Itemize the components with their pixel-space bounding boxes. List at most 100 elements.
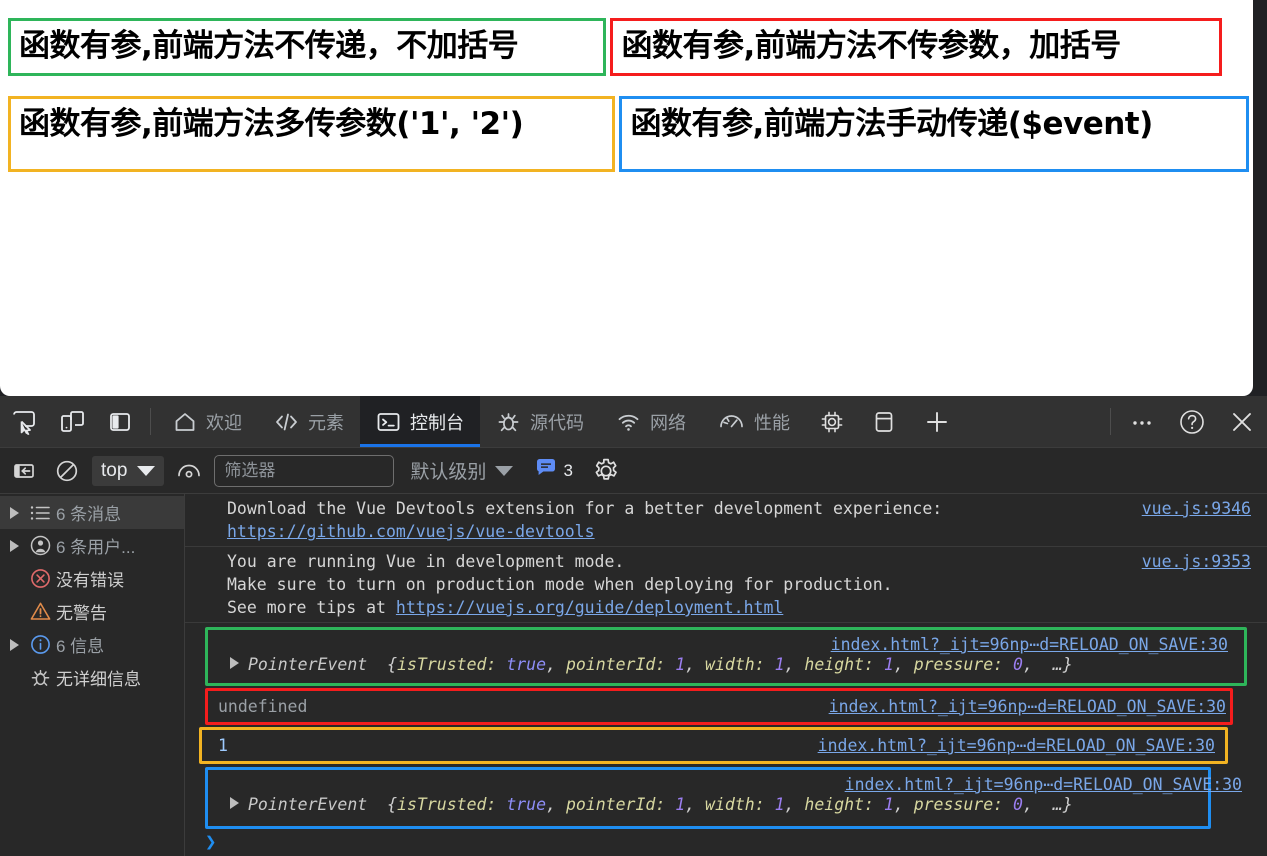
- log-source-link[interactable]: index.html?_ijt=96np⋯d=RELOAD_ON_SAVE:30: [818, 734, 1215, 757]
- ellipsis-brace: …}: [1052, 655, 1073, 674]
- prop-value: 1: [774, 795, 785, 814]
- prop-key: width:: [705, 655, 765, 674]
- code-brackets-icon: [274, 410, 299, 434]
- expand-disclosure-icon[interactable]: [230, 797, 239, 809]
- prop-key: isTrusted:: [397, 795, 497, 814]
- log-line: You are running Vue in development mode.: [227, 552, 625, 571]
- toolbar-divider: [150, 408, 151, 435]
- highlight-box-no-parens: 函数有参,前端方法不传递，不加括号: [8, 18, 606, 76]
- sidebar-item-errors[interactable]: 没有错误: [0, 562, 184, 595]
- messages-list-icon: [24, 502, 56, 524]
- pointer-event-summary: PointerEvent {isTrusted: true, pointerId…: [230, 793, 1194, 816]
- log-entry-number[interactable]: index.html?_ijt=96np⋯d=RELOAD_ON_SAVE:30…: [199, 727, 1228, 764]
- log-entry-vue-devtools[interactable]: vue.js:9346 Download the Vue Devtools ex…: [185, 494, 1267, 547]
- live-expression-icon[interactable]: [172, 454, 206, 488]
- console-sidebar-toggle-icon[interactable]: [8, 454, 42, 488]
- prop-key: width:: [705, 795, 765, 814]
- device-toolbar-icon[interactable]: [48, 396, 96, 447]
- tab-console[interactable]: 控制台: [360, 396, 480, 447]
- console-prompt[interactable]: ❯: [185, 829, 1267, 855]
- inspect-element-icon[interactable]: [0, 396, 48, 447]
- log-entry-undefined[interactable]: index.html?_ijt=96np⋯d=RELOAD_ON_SAVE:30…: [205, 688, 1233, 725]
- tab-sources-label: 源代码: [530, 412, 584, 433]
- console-filter-input[interactable]: [214, 454, 395, 487]
- execution-context-label: top: [101, 459, 128, 481]
- prop-value: 0: [1013, 655, 1023, 674]
- sidebar-item-messages[interactable]: 6 条消息: [0, 496, 184, 529]
- sidebar-item-warnings-label: 无警告: [56, 604, 107, 623]
- wifi-icon: [616, 410, 641, 434]
- prop-key: pointerId:: [565, 655, 666, 674]
- database-icon: [871, 409, 897, 435]
- log-source-link[interactable]: index.html?_ijt=96np⋯d=RELOAD_ON_SAVE:30: [829, 695, 1226, 718]
- tab-memory[interactable]: [806, 396, 858, 447]
- log-entry-pointerevent-green[interactable]: index.html?_ijt=96np⋯d=RELOAD_ON_SAVE:30…: [205, 627, 1247, 686]
- brace-open: {: [387, 655, 398, 674]
- plus-icon: [923, 408, 951, 436]
- log-line: See more tips at: [227, 598, 396, 617]
- console-terminal-icon: [376, 410, 401, 434]
- tab-performance[interactable]: 性能: [702, 396, 806, 447]
- tab-application[interactable]: [858, 396, 910, 447]
- log-level-label: 默认级别: [410, 462, 487, 483]
- prop-value: 0: [1013, 795, 1023, 814]
- execution-context-selector[interactable]: top: [92, 455, 165, 486]
- expand-arrow-icon[interactable]: [4, 638, 24, 651]
- object-class-name: PointerEvent: [248, 795, 368, 814]
- expand-arrow-icon[interactable]: [4, 506, 24, 519]
- tab-welcome[interactable]: 欢迎: [157, 396, 258, 447]
- info-circle-icon: [24, 633, 56, 656]
- warning-triangle-icon: [24, 600, 56, 623]
- log-external-link[interactable]: https://vuejs.org/guide/deployment.html: [396, 598, 783, 617]
- add-panel-button[interactable]: [910, 396, 964, 447]
- sidebar-item-errors-label: 没有错误: [56, 571, 124, 590]
- highlight-box-multi-args: 函数有参,前端方法多传参数('1', '2'): [8, 96, 615, 172]
- close-icon[interactable]: [1217, 396, 1267, 447]
- settings-gear-icon[interactable]: [589, 454, 623, 488]
- issues-badge[interactable]: 3: [535, 457, 573, 484]
- user-message-icon: [24, 534, 56, 557]
- log-level-selector[interactable]: 默认级别: [410, 457, 514, 484]
- memory-chip-icon: [819, 409, 845, 435]
- sidebar-item-info-label: 6 信息: [56, 637, 105, 656]
- log-entry-dev-mode[interactable]: vue.js:9353 You are running Vue in devel…: [185, 547, 1267, 623]
- prop-value: true: [506, 795, 547, 814]
- tab-performance-label: 性能: [754, 412, 790, 433]
- tab-sources[interactable]: 源代码: [480, 396, 600, 447]
- log-external-link[interactable]: https://github.com/vuejs/vue-devtools: [227, 522, 595, 541]
- console-filter-toolbar: top 默认级别 3: [0, 448, 1267, 494]
- tab-elements[interactable]: 元素: [258, 396, 360, 447]
- sidebar-item-info[interactable]: 6 信息: [0, 628, 184, 661]
- undefined-value: undefined: [218, 697, 308, 716]
- log-source-link[interactable]: vue.js:9353: [1142, 550, 1251, 573]
- pointer-event-summary: PointerEvent {isTrusted: true, pointerId…: [230, 653, 1230, 676]
- tab-console-label: 控制台: [410, 412, 464, 433]
- clear-console-icon[interactable]: [50, 454, 84, 488]
- home-icon: [173, 410, 197, 434]
- log-line: Make sure to turn on production mode whe…: [227, 575, 893, 594]
- console-log-area[interactable]: vue.js:9346 Download the Vue Devtools ex…: [185, 494, 1267, 856]
- prop-value: 1: [883, 795, 894, 814]
- ellipsis-brace: …}: [1052, 795, 1073, 814]
- gauge-icon: [718, 410, 745, 434]
- tab-network[interactable]: 网络: [600, 396, 702, 447]
- sidebar-item-user-messages-label: 6 条用户...: [56, 538, 136, 557]
- more-options-icon[interactable]: [1117, 396, 1167, 447]
- sidebar-item-warnings[interactable]: 无警告: [0, 595, 184, 628]
- sidebar-item-verbose[interactable]: 无详细信息: [0, 661, 184, 694]
- log-entry-pointerevent-blue[interactable]: index.html?_ijt=96np⋯d=RELOAD_ON_SAVE:30…: [205, 767, 1242, 829]
- dock-side-icon[interactable]: [96, 396, 144, 447]
- prop-key: isTrusted:: [397, 655, 497, 674]
- help-icon[interactable]: [1167, 396, 1217, 447]
- log-source-link[interactable]: vue.js:9346: [1142, 497, 1251, 520]
- chevron-down-icon: [495, 465, 514, 476]
- object-class-name: PointerEvent: [248, 655, 368, 674]
- highlight-box-event-arg: 函数有参,前端方法手动传递($event): [619, 96, 1250, 172]
- prop-key: height:: [804, 655, 874, 674]
- bug-icon: [496, 410, 521, 434]
- sidebar-item-user-messages[interactable]: 6 条用户...: [0, 529, 184, 562]
- brace-open: {: [387, 795, 398, 814]
- expand-disclosure-icon[interactable]: [230, 657, 239, 669]
- tab-network-label: 网络: [650, 412, 686, 433]
- expand-arrow-icon[interactable]: [4, 539, 24, 552]
